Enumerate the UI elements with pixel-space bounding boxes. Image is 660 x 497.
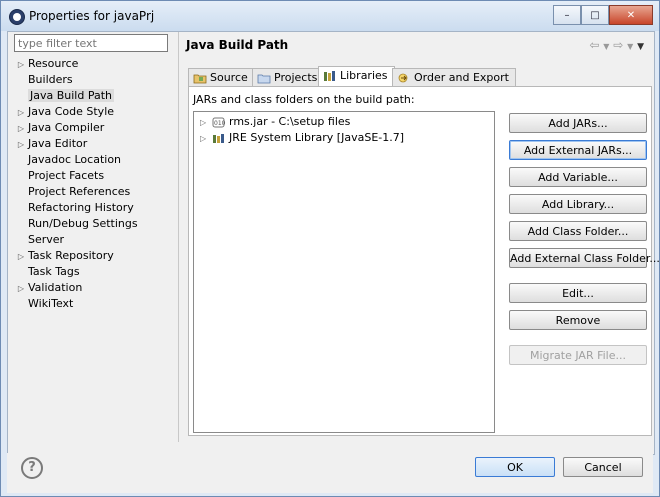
add-external-class-folder-button[interactable]: Add External Class Folder... [509,248,660,268]
tree-item-java-editor[interactable]: ▷ Java Editor [14,136,87,152]
minimize-button[interactable]: – [553,5,581,25]
list-item-rms-jar[interactable]: ▷ 010 rms.jar - C:\setup files [200,114,350,130]
ok-button[interactable]: OK [475,457,555,477]
cancel-button[interactable]: Cancel [563,457,643,477]
expand-arrow-icon[interactable]: ▷ [200,115,212,131]
eclipse-icon [9,9,25,25]
close-button[interactable]: ✕ [609,5,653,25]
remove-button[interactable]: Remove [509,310,647,330]
tree-item-server[interactable]: Server [14,232,64,248]
add-jars-button[interactable]: Add JARs... [509,113,647,133]
title-bar[interactable]: Properties for javaPrj – □ ✕ [1,1,659,31]
tab-order-and-export[interactable]: Order and Export [392,68,516,86]
tab-projects[interactable]: Projects [252,68,325,86]
back-menu-chevron-icon[interactable]: ▼ [603,42,609,51]
filter-input[interactable] [14,34,168,52]
add-variable-button[interactable]: Add Variable... [509,167,647,187]
pane-divider[interactable] [178,32,179,442]
tree-item-javadoc-location[interactable]: Javadoc Location [14,152,121,168]
tree-item-wikitext[interactable]: WikiText [14,296,73,312]
tree-item-java-build-path[interactable]: Java Build Path [14,88,115,104]
forward-arrow-icon[interactable]: ⇨ [613,38,623,52]
tree-item-task-tags[interactable]: Task Tags [14,264,80,280]
jar-icon: 010 [212,117,226,127]
forward-menu-chevron-icon[interactable]: ▼ [627,42,633,51]
help-icon[interactable]: ? [21,457,43,479]
library-list[interactable]: ▷ 010 rms.jar - C:\setup files ▷ JRE System… [193,111,495,433]
page-title: Java Build Path [186,38,289,52]
projects-folder-icon [257,74,271,84]
jre-library-icon [213,133,224,143]
source-folder-icon [193,74,207,84]
svg-text:010: 010 [214,120,226,127]
add-library-button[interactable]: Add Library... [509,194,647,214]
maximize-icon: □ [590,9,600,21]
libraries-icon [324,71,335,81]
tree-item-project-references[interactable]: Project References [14,184,130,200]
properties-window: Properties for javaPrj – □ ✕ ▷Resource B… [0,0,660,497]
tree-item-builders[interactable]: Builders [14,72,73,88]
add-class-folder-button[interactable]: Add Class Folder... [509,221,647,241]
maximize-button[interactable]: □ [581,5,609,25]
tree-item-task-repository[interactable]: ▷ Task Repository [14,248,114,264]
migrate-jar-button[interactable]: Migrate JAR File... [509,345,647,365]
window-controls: – □ ✕ [553,5,653,25]
tree-item-java-compiler[interactable]: ▷ Java Compiler [14,120,104,136]
back-arrow-icon[interactable]: ⇦ [589,38,599,52]
tree-item-project-facets[interactable]: Project Facets [14,168,104,184]
property-tree: ▷ Resource Builders Java Build Path ▷ Java… [14,56,170,444]
dialog-button-bar: ? OK Cancel [7,453,653,493]
expand-arrow-icon[interactable]: ▷ [14,281,28,297]
expand-arrow-icon[interactable]: ▷ [200,131,212,147]
property-page: Java Build Path ⇦ ▼ ⇨ ▼ ▼ Source Project… [180,32,660,442]
edit-button[interactable]: Edit... [509,283,647,303]
tab-source[interactable]: Source [188,68,255,86]
window-title: Properties for javaPrj [29,9,155,23]
order-export-icon [398,73,408,83]
tab-libraries[interactable]: Libraries [318,66,395,87]
dialog-client: ▷Resource Builders Java Build Path ▷Java… [7,31,660,455]
tree-item-resource[interactable]: ▷ Resource [14,56,79,73]
tree-item-run-debug-settings[interactable]: Run/Debug Settings [14,216,138,232]
history-nav: ⇦ ▼ ⇨ ▼ ▼ [589,38,644,52]
view-menu-icon[interactable]: ▼ [637,42,644,52]
tree-item-validation[interactable]: ▷ Validation [14,280,82,296]
expand-arrow-icon[interactable]: ▷ [14,57,28,73]
libraries-panel: JARs and class folders on the build path… [188,86,660,436]
expand-arrow-icon[interactable]: ▷ [14,105,28,121]
tree-item-java-code-style[interactable]: ▷ Java Code Style [14,104,114,120]
expand-arrow-icon[interactable]: ▷ [14,137,28,153]
expand-arrow-icon[interactable]: ▷ [14,121,28,137]
expand-arrow-icon[interactable]: ▷ [14,249,28,265]
tree-item-refactoring-history[interactable]: Refactoring History [14,200,134,216]
close-icon: ✕ [626,9,636,21]
minimize-icon: – [564,9,570,21]
build-path-label: JARs and class folders on the build path… [193,93,415,106]
add-external-jars-button[interactable]: Add External JARs... [509,140,647,160]
list-item-jre-system-library[interactable]: ▷ JRE System Library [JavaSE-1.7] [200,130,404,146]
